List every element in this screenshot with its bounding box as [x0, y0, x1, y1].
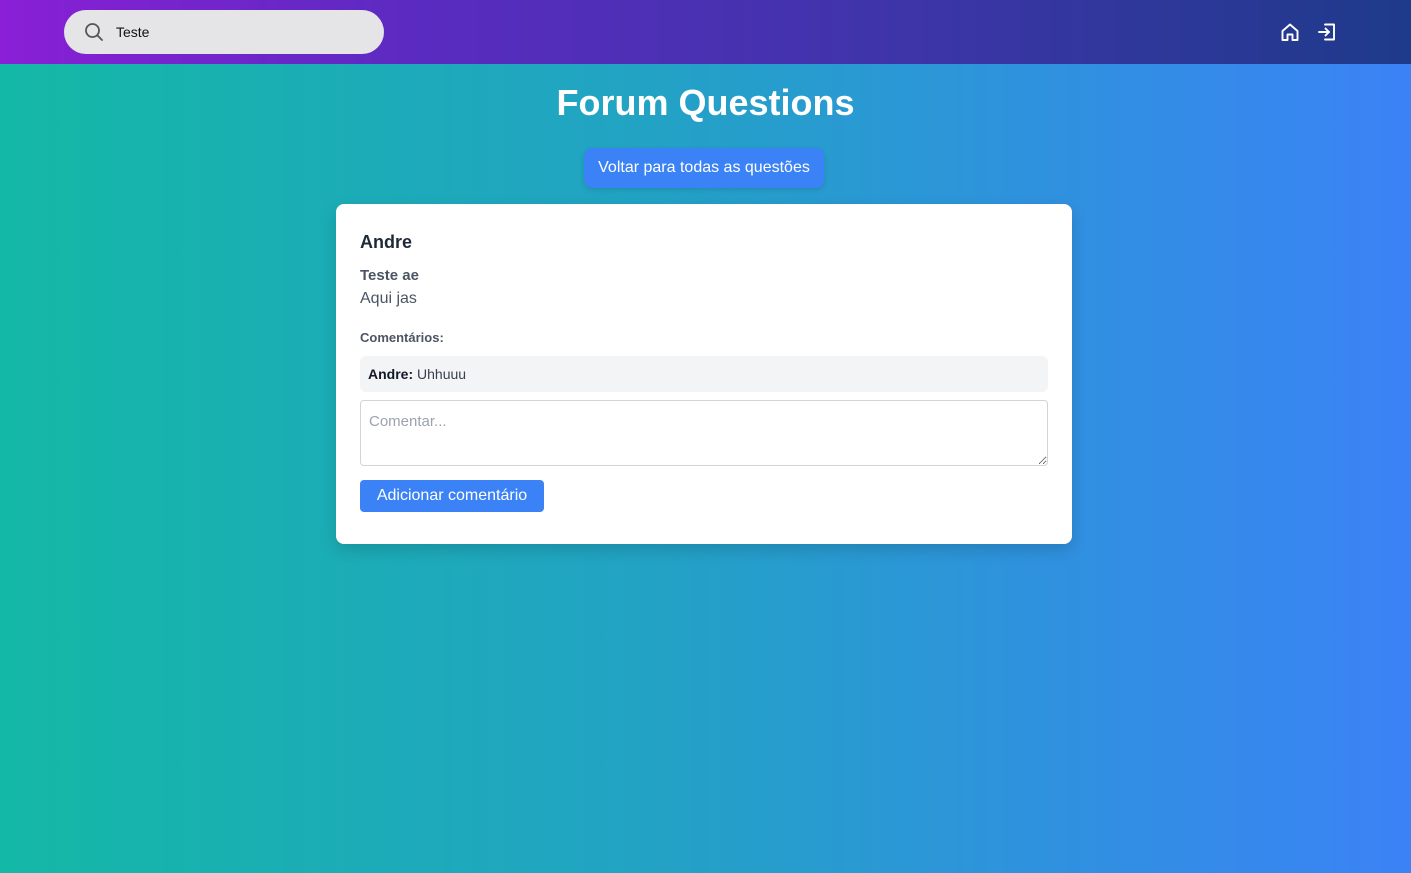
page-title: Forum Questions	[556, 82, 855, 123]
comment-author: Andre:	[368, 366, 414, 382]
add-comment-button[interactable]: Adicionar comentário	[360, 480, 544, 512]
search-icon	[85, 23, 103, 41]
comment-item: Andre: Uhhuuu	[360, 356, 1048, 392]
question-author: Andre	[360, 232, 413, 252]
home-icon[interactable]	[1279, 21, 1301, 43]
question-body: Aqui jas	[360, 290, 417, 307]
search-input[interactable]	[116, 10, 366, 54]
top-navbar	[0, 0, 1411, 64]
comment-text: Uhhuuu	[417, 366, 467, 382]
question-card: Andre Teste ae Aqui jas Comentários: And…	[336, 204, 1072, 544]
comments-heading: Comentários:	[360, 330, 444, 345]
login-icon[interactable]	[1316, 21, 1338, 43]
comment-textarea[interactable]	[360, 400, 1048, 466]
question-title: Teste ae	[360, 267, 419, 284]
search-bar[interactable]	[64, 10, 384, 54]
back-to-questions-button[interactable]: Voltar para todas as questões	[584, 148, 824, 188]
